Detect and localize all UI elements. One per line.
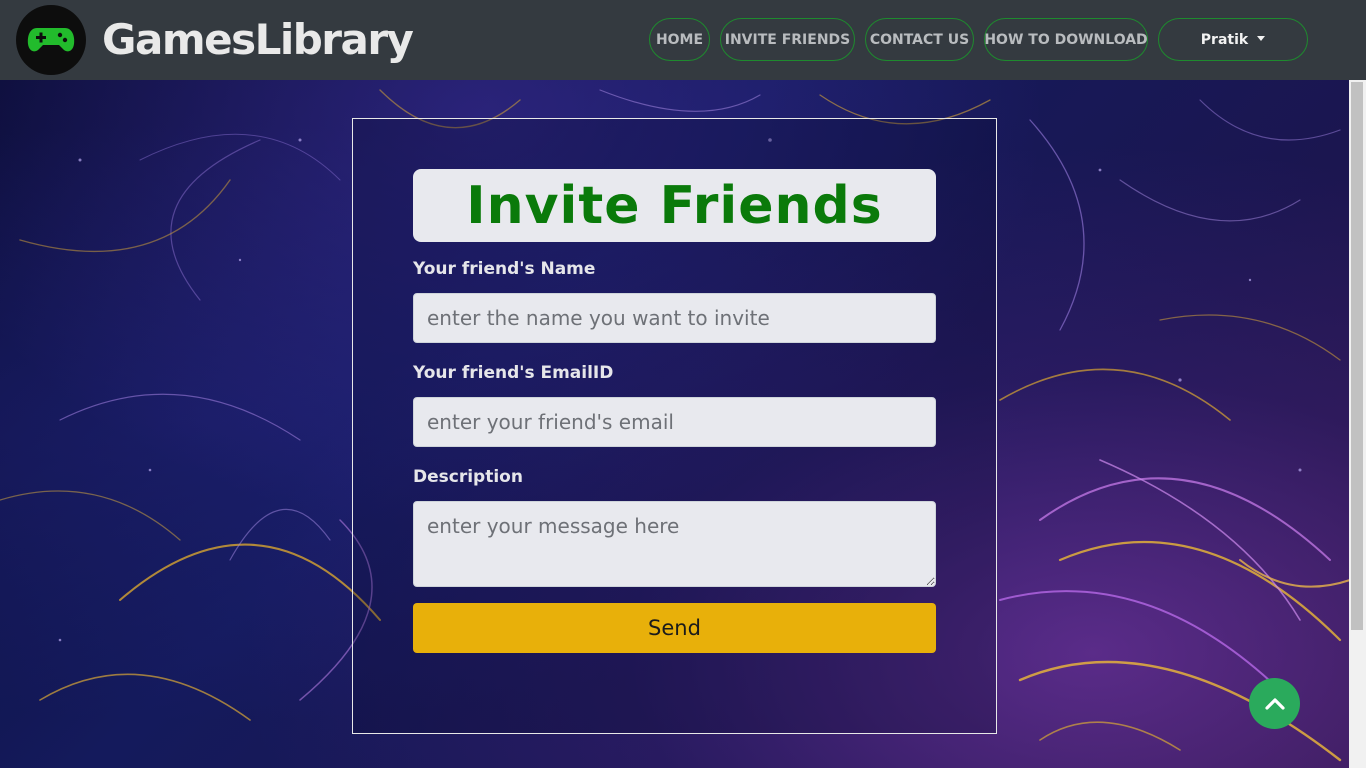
gamepad-icon [27,28,75,52]
scroll-to-top-button[interactable] [1249,678,1300,729]
nav-home[interactable]: HOME [649,18,710,61]
friend-name-input[interactable] [413,293,936,343]
description-textarea[interactable] [413,501,936,587]
form-title-box: Invite Friends [413,169,936,242]
brand-name[interactable]: GamesLibrary [102,14,414,66]
page-scrollbar[interactable] [1349,80,1366,768]
nav-contact-us[interactable]: CONTACT US [865,18,974,61]
name-label: Your friend's Name [413,259,596,279]
logo[interactable] [16,5,86,75]
send-button[interactable]: Send [413,603,936,653]
navbar: GamesLibrary HOME INVITE FRIENDS CONTACT… [0,0,1366,80]
scrollbar-thumb[interactable] [1351,82,1363,630]
form-title: Invite Friends [466,175,883,236]
description-label: Description [413,467,523,487]
user-name: Pratik [1200,31,1249,48]
caret-down-icon [1257,35,1266,41]
friend-email-input[interactable] [413,397,936,447]
email-label: Your friend's EmailID [413,363,614,383]
chevron-up-icon [1264,697,1285,710]
nav-how-to-download[interactable]: HOW TO DOWNLOAD [984,18,1148,61]
nav-invite-friends[interactable]: INVITE FRIENDS [720,18,855,61]
user-dropdown[interactable]: Pratik [1158,18,1308,61]
